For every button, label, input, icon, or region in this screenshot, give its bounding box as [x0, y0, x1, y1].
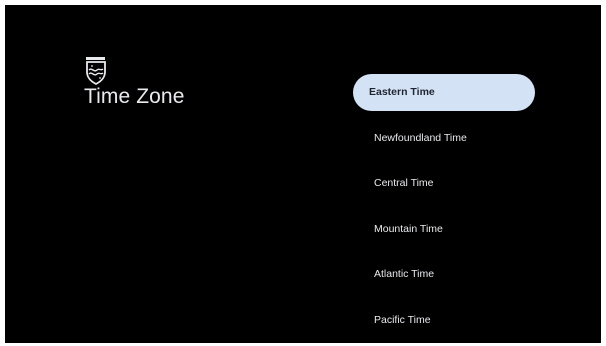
- philips-logo: [85, 57, 107, 86]
- philips-shield-logo-icon: [86, 57, 106, 86]
- time-zone-option-atlantic[interactable]: Atlantic Time: [353, 256, 535, 293]
- time-zone-option-central[interactable]: Central Time: [353, 165, 535, 202]
- time-zone-option-mountain[interactable]: Mountain Time: [353, 211, 535, 248]
- time-zone-option-eastern[interactable]: Eastern Time: [353, 74, 535, 111]
- time-zone-option-pacific[interactable]: Pacific Time: [353, 302, 535, 339]
- settings-screen: Time Zone Eastern Time Newfoundland Time…: [5, 5, 601, 343]
- time-zone-option-newfoundland[interactable]: Newfoundland Time: [353, 120, 535, 157]
- time-zone-list: Eastern Time Newfoundland Time Central T…: [353, 74, 535, 343]
- page-title: Time Zone: [84, 85, 185, 108]
